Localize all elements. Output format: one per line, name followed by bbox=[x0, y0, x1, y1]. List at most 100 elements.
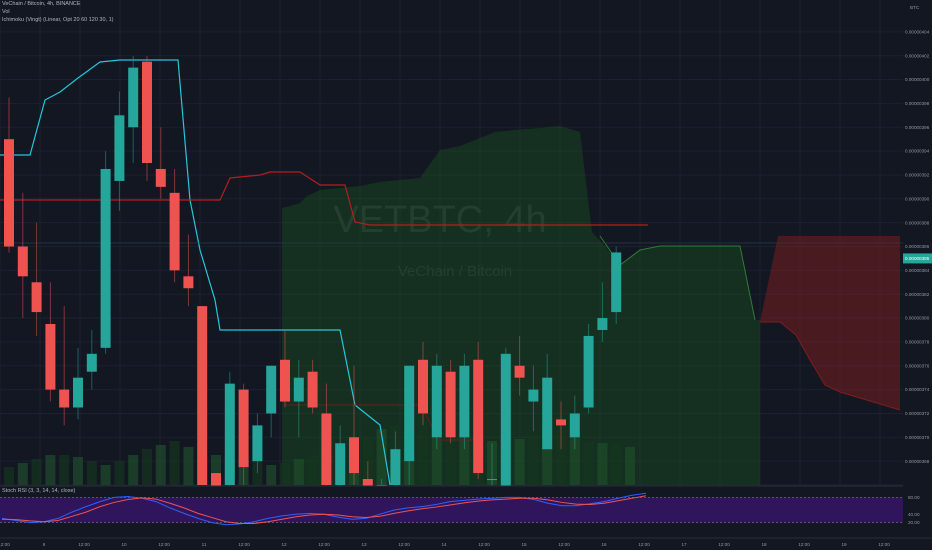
candle-body bbox=[155, 168, 166, 187]
candle-body bbox=[307, 371, 318, 408]
candle bbox=[169, 168, 180, 283]
price-tick-label: 0.00000386 bbox=[905, 244, 930, 249]
candle-body bbox=[611, 252, 622, 313]
candle bbox=[114, 91, 125, 211]
candle-body bbox=[445, 371, 456, 438]
candle-body bbox=[459, 365, 470, 438]
candle bbox=[473, 341, 484, 480]
volume-bar bbox=[86, 461, 97, 485]
candle bbox=[431, 353, 442, 450]
price-tick-label: 0.00000380 bbox=[905, 316, 930, 321]
candle-body bbox=[597, 318, 608, 330]
price-unit-label: BTC bbox=[910, 5, 920, 10]
volume-bar bbox=[59, 455, 70, 485]
ichimoku-cloud bbox=[282, 126, 901, 485]
candle bbox=[100, 151, 111, 354]
candle-body bbox=[31, 282, 42, 313]
candle-body bbox=[500, 353, 511, 497]
candle-body bbox=[183, 276, 194, 289]
time-tick-label: 12:00 bbox=[0, 542, 10, 547]
time-tick-label: 12:00 bbox=[158, 542, 170, 547]
candle-body bbox=[197, 306, 208, 485]
volume-bar bbox=[4, 467, 14, 485]
volume-bar bbox=[17, 463, 28, 485]
time-tick-label: 10 bbox=[121, 542, 127, 547]
volume-bar bbox=[73, 457, 83, 485]
price-tick-label: 0.00000402 bbox=[905, 53, 930, 58]
price-tick-label: 0.00000398 bbox=[905, 101, 930, 106]
candle bbox=[197, 306, 208, 485]
candle-body bbox=[487, 479, 497, 481]
time-tick-label: 9 bbox=[43, 542, 46, 547]
volume-label: Vol bbox=[2, 9, 10, 15]
price-tick-label: 0.00000394 bbox=[905, 149, 930, 154]
candle-body bbox=[583, 335, 594, 408]
price-tick-label: 0.00000368 bbox=[905, 459, 930, 464]
price-tick-label: 0.00000404 bbox=[905, 29, 930, 34]
candle-body bbox=[59, 389, 70, 408]
candle bbox=[459, 353, 470, 450]
time-tick-label: 12 bbox=[281, 542, 287, 547]
candle-body bbox=[17, 246, 28, 277]
price-tick-label: 0.00000400 bbox=[905, 77, 930, 82]
candle-body bbox=[404, 365, 415, 462]
time-tick-label: 12:00 bbox=[798, 542, 810, 547]
candle-body bbox=[114, 115, 125, 181]
volume-bar bbox=[625, 447, 635, 485]
price-axis[interactable]: BTC 0.00000404 0.00000402 0.00000400 0.00000… bbox=[903, 0, 932, 538]
volume-bar bbox=[183, 447, 194, 485]
volume-bar bbox=[169, 441, 180, 485]
volume-bar bbox=[597, 443, 608, 485]
candle-body bbox=[142, 61, 152, 164]
time-tick-label: 12:00 bbox=[398, 542, 410, 547]
time-tick-label: 17 bbox=[681, 542, 687, 547]
candle-body bbox=[335, 443, 346, 485]
volume-bar bbox=[528, 435, 539, 485]
time-tick-label: 15 bbox=[521, 542, 527, 547]
time-tick-label: 12:00 bbox=[558, 542, 570, 547]
candle-body bbox=[266, 365, 277, 414]
price-tick-label: 0.00000372 bbox=[905, 411, 930, 416]
candle bbox=[17, 192, 28, 319]
candle bbox=[155, 127, 166, 199]
time-tick-label: 12:00 bbox=[638, 542, 650, 547]
candle-body bbox=[569, 413, 580, 438]
price-tick-label: 0.00000382 bbox=[905, 292, 930, 297]
candle-body bbox=[280, 359, 290, 402]
candle-body bbox=[556, 419, 566, 426]
price-tick-label: 0.00000390 bbox=[905, 196, 930, 201]
candle bbox=[445, 359, 456, 444]
price-tick-label: 0.00000396 bbox=[905, 125, 930, 130]
candle bbox=[45, 282, 56, 402]
current-price-label: 0.00000385 bbox=[905, 256, 930, 261]
volume-bar bbox=[293, 459, 304, 485]
candle-body bbox=[542, 377, 553, 450]
price-tick-label: 0.00000392 bbox=[905, 173, 930, 178]
stoch-rsi-pane bbox=[0, 485, 932, 538]
candle-body bbox=[100, 168, 111, 348]
candle-body bbox=[390, 449, 401, 485]
time-tick-label: 13 bbox=[361, 542, 367, 547]
volume-bar bbox=[514, 439, 525, 485]
candle bbox=[142, 55, 152, 181]
time-tick-label: 18 bbox=[761, 542, 767, 547]
candle-body bbox=[514, 365, 525, 378]
time-axis[interactable]: 12:00 9 12:00 10 12:00 11 12:00 12 12:00 13 12:00 1… bbox=[0, 537, 932, 550]
volume-bar bbox=[114, 461, 125, 485]
price-tick-label: 0.00000374 bbox=[905, 387, 930, 392]
time-tick-label: 12:00 bbox=[238, 542, 250, 547]
volume-bar bbox=[128, 455, 139, 485]
volume-bar bbox=[155, 445, 166, 485]
candle bbox=[583, 324, 594, 414]
candle bbox=[128, 55, 139, 164]
time-tick-label: 12:00 bbox=[318, 542, 330, 547]
candle-body bbox=[238, 389, 249, 468]
candle-body bbox=[128, 67, 139, 128]
volume-bar bbox=[142, 449, 152, 485]
stoch-rsi-label: Stoch RSI (3, 3, 14, 14, close) bbox=[2, 488, 76, 494]
chart-canvas[interactable]: VETBTC, 4h VeChain / Bitcoin BTC0.000004… bbox=[0, 0, 932, 550]
volume-bar bbox=[45, 455, 56, 485]
stoch-tick-label: 80.00 bbox=[908, 495, 920, 500]
stoch-tick-label: 40.00 bbox=[908, 512, 920, 517]
time-tick-label: 12:00 bbox=[78, 542, 90, 547]
